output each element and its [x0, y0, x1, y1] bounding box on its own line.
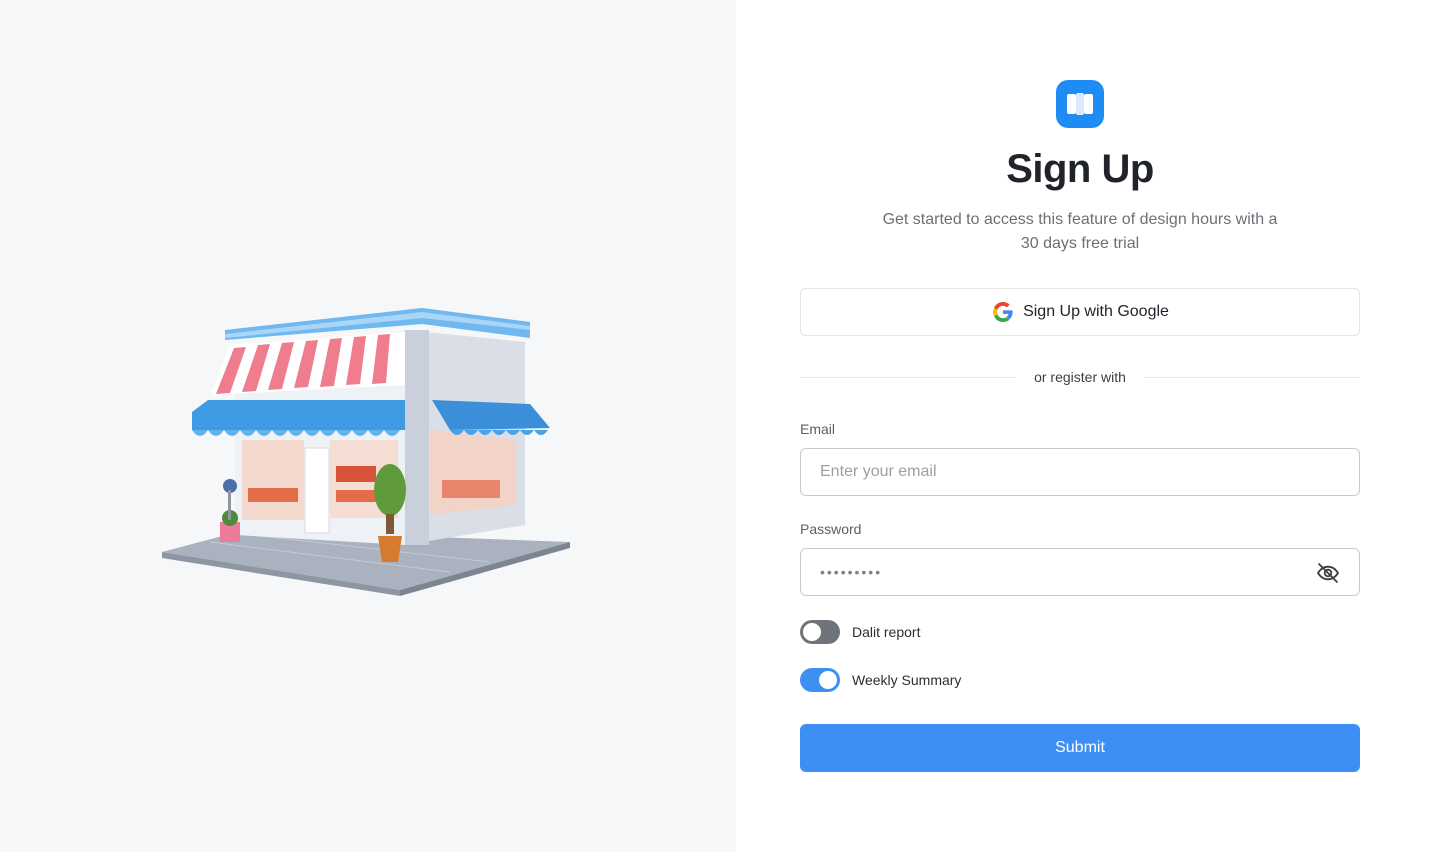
page-title: Sign Up	[1006, 147, 1154, 191]
eye-off-icon[interactable]	[1315, 560, 1341, 586]
illustration-panel	[0, 0, 736, 852]
weekly-summary-label: Weekly Summary	[852, 672, 962, 688]
password-label: Password	[800, 521, 862, 537]
daily-report-toggle[interactable]	[800, 620, 840, 644]
password-field-box	[800, 548, 1360, 596]
email-input[interactable]	[820, 449, 1300, 495]
signup-panel: Sign Up Get started to access this featu…	[736, 0, 1440, 852]
google-signup-button[interactable]: Sign Up with Google	[800, 288, 1360, 336]
app-logo-icon	[1056, 80, 1104, 128]
submit-button[interactable]: Submit	[800, 724, 1360, 772]
email-field-box	[800, 448, 1360, 496]
google-g-icon	[991, 300, 1015, 324]
daily-report-label: Dalit report	[852, 624, 921, 640]
weekly-summary-toggle[interactable]	[800, 668, 840, 692]
page-subtitle: Get started to access this feature of de…	[882, 211, 1278, 252]
toggle-row-weekly-summary: Weekly Summary	[800, 668, 961, 692]
store-illustration	[162, 308, 570, 596]
divider-line-right	[1144, 377, 1360, 378]
toggle-knob	[819, 671, 837, 689]
toggle-knob	[803, 623, 821, 641]
or-divider: or register with	[800, 366, 1360, 390]
email-label: Email	[800, 421, 836, 437]
password-input[interactable]	[820, 549, 1300, 595]
toggle-row-daily-report: Dalit report	[800, 620, 920, 644]
google-signup-label: Sign Up with Google	[1023, 303, 1169, 320]
